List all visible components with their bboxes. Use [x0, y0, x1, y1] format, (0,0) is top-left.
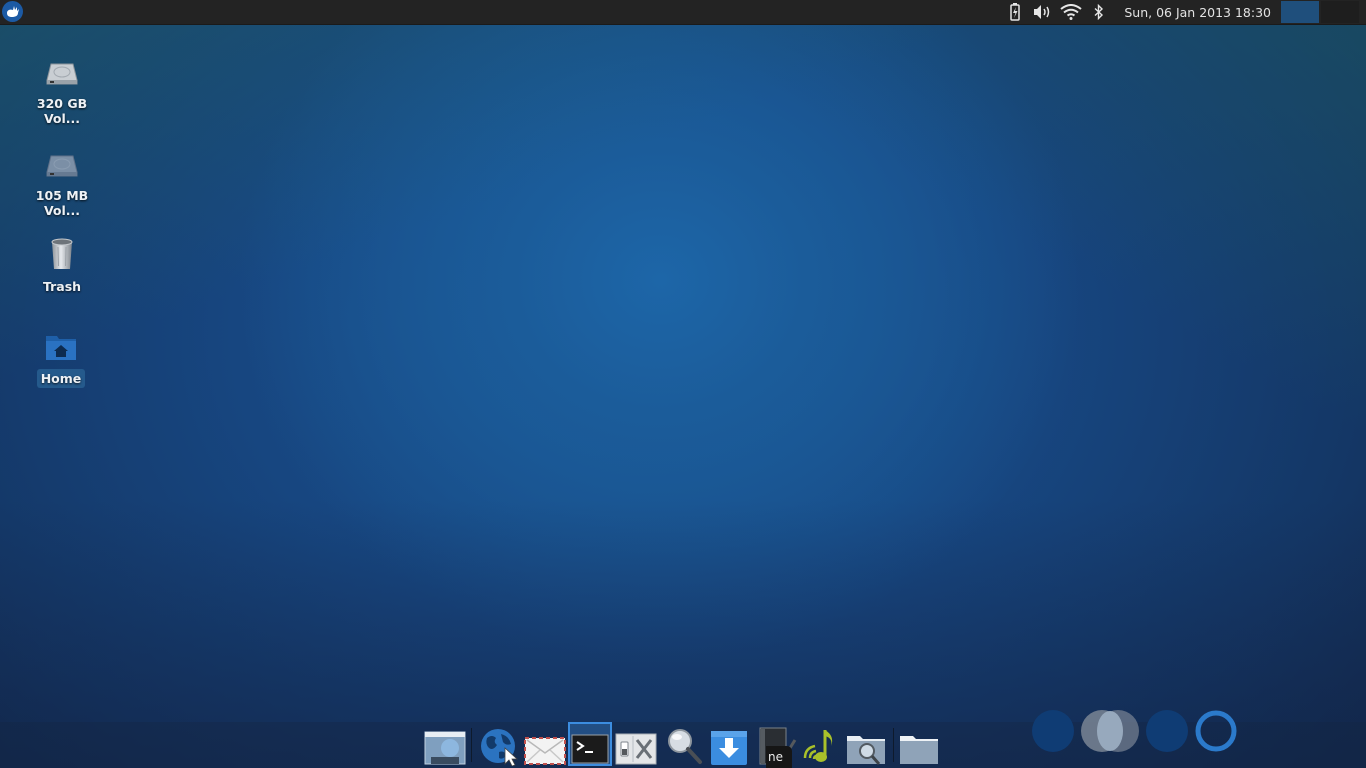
volume-indicator[interactable] — [1032, 0, 1054, 24]
wallpaper — [0, 0, 1366, 768]
hard-drive-icon — [46, 63, 78, 85]
dock-mail-client[interactable] — [523, 722, 567, 766]
battery-icon — [1010, 3, 1021, 21]
download-icon — [711, 731, 747, 765]
dock-settings-manager[interactable] — [614, 722, 658, 766]
desktop-icon-105mb-volume[interactable]: 105 MB Vol... — [17, 148, 107, 220]
bluetooth-indicator[interactable] — [1088, 0, 1110, 24]
dock-show-desktop[interactable] — [423, 722, 467, 766]
desktop-icon-label: 320 GB Vol... — [36, 96, 88, 126]
terminal-icon — [571, 734, 609, 764]
desktop-icon-trash[interactable]: Trash — [17, 238, 107, 296]
mail-icon — [524, 737, 566, 765]
desktop-icon-label: Trash — [42, 279, 82, 294]
dock-separator — [893, 728, 894, 762]
top-panel: Sun, 06 Jan 2013 18:30 — [0, 0, 1366, 25]
music-note-icon — [803, 730, 833, 762]
pager-circle-1[interactable] — [1030, 708, 1076, 754]
desktop-icon-home[interactable]: Home — [16, 330, 106, 388]
wifi-indicator[interactable] — [1060, 0, 1082, 24]
pager-circle-overlap[interactable] — [1080, 708, 1140, 754]
dock-downloader[interactable] — [707, 722, 751, 766]
show-desktop-icon — [424, 731, 466, 765]
bluetooth-icon — [1094, 4, 1104, 20]
wifi-icon — [1060, 4, 1082, 20]
dock-terminal[interactable] — [568, 722, 612, 766]
xfce-mouse-icon — [6, 5, 19, 17]
folder-icon — [900, 736, 938, 764]
dock-app-finder[interactable] — [662, 722, 706, 766]
applications-menu-button[interactable] — [2, 1, 23, 22]
globe-icon — [481, 729, 519, 766]
home-folder-icon — [46, 336, 76, 360]
system-tray: Sun, 06 Jan 2013 18:30 — [1004, 0, 1366, 24]
desktop-icon-label: 105 MB Vol... — [35, 188, 89, 218]
pager-circle-3[interactable] — [1144, 708, 1190, 754]
dock-file-manager[interactable] — [898, 722, 942, 766]
desktop-icon-320gb-volume[interactable]: 320 GB Vol... — [17, 56, 107, 128]
battery-indicator[interactable] — [1004, 0, 1026, 24]
settings-tools-icon — [615, 733, 657, 765]
workspace-2[interactable] — [1321, 1, 1359, 23]
dock-tooltip: ne — [766, 746, 792, 768]
trash-icon — [51, 238, 73, 269]
dock-separator — [471, 728, 472, 762]
workspace-1[interactable] — [1281, 1, 1319, 23]
dock-file-search[interactable] — [845, 722, 889, 766]
magnifier-icon — [668, 729, 702, 764]
clock[interactable]: Sun, 06 Jan 2013 18:30 — [1124, 5, 1271, 20]
volume-icon — [1034, 5, 1050, 19]
dock-panel: ne — [0, 710, 1366, 768]
dock-music-player[interactable] — [800, 722, 844, 766]
pager-ring[interactable] — [1193, 708, 1239, 754]
folder-search-icon — [847, 736, 885, 765]
dock-web-browser[interactable] — [478, 722, 522, 766]
desktop-icon-label: Home — [36, 369, 86, 388]
hard-drive-icon — [46, 155, 78, 177]
